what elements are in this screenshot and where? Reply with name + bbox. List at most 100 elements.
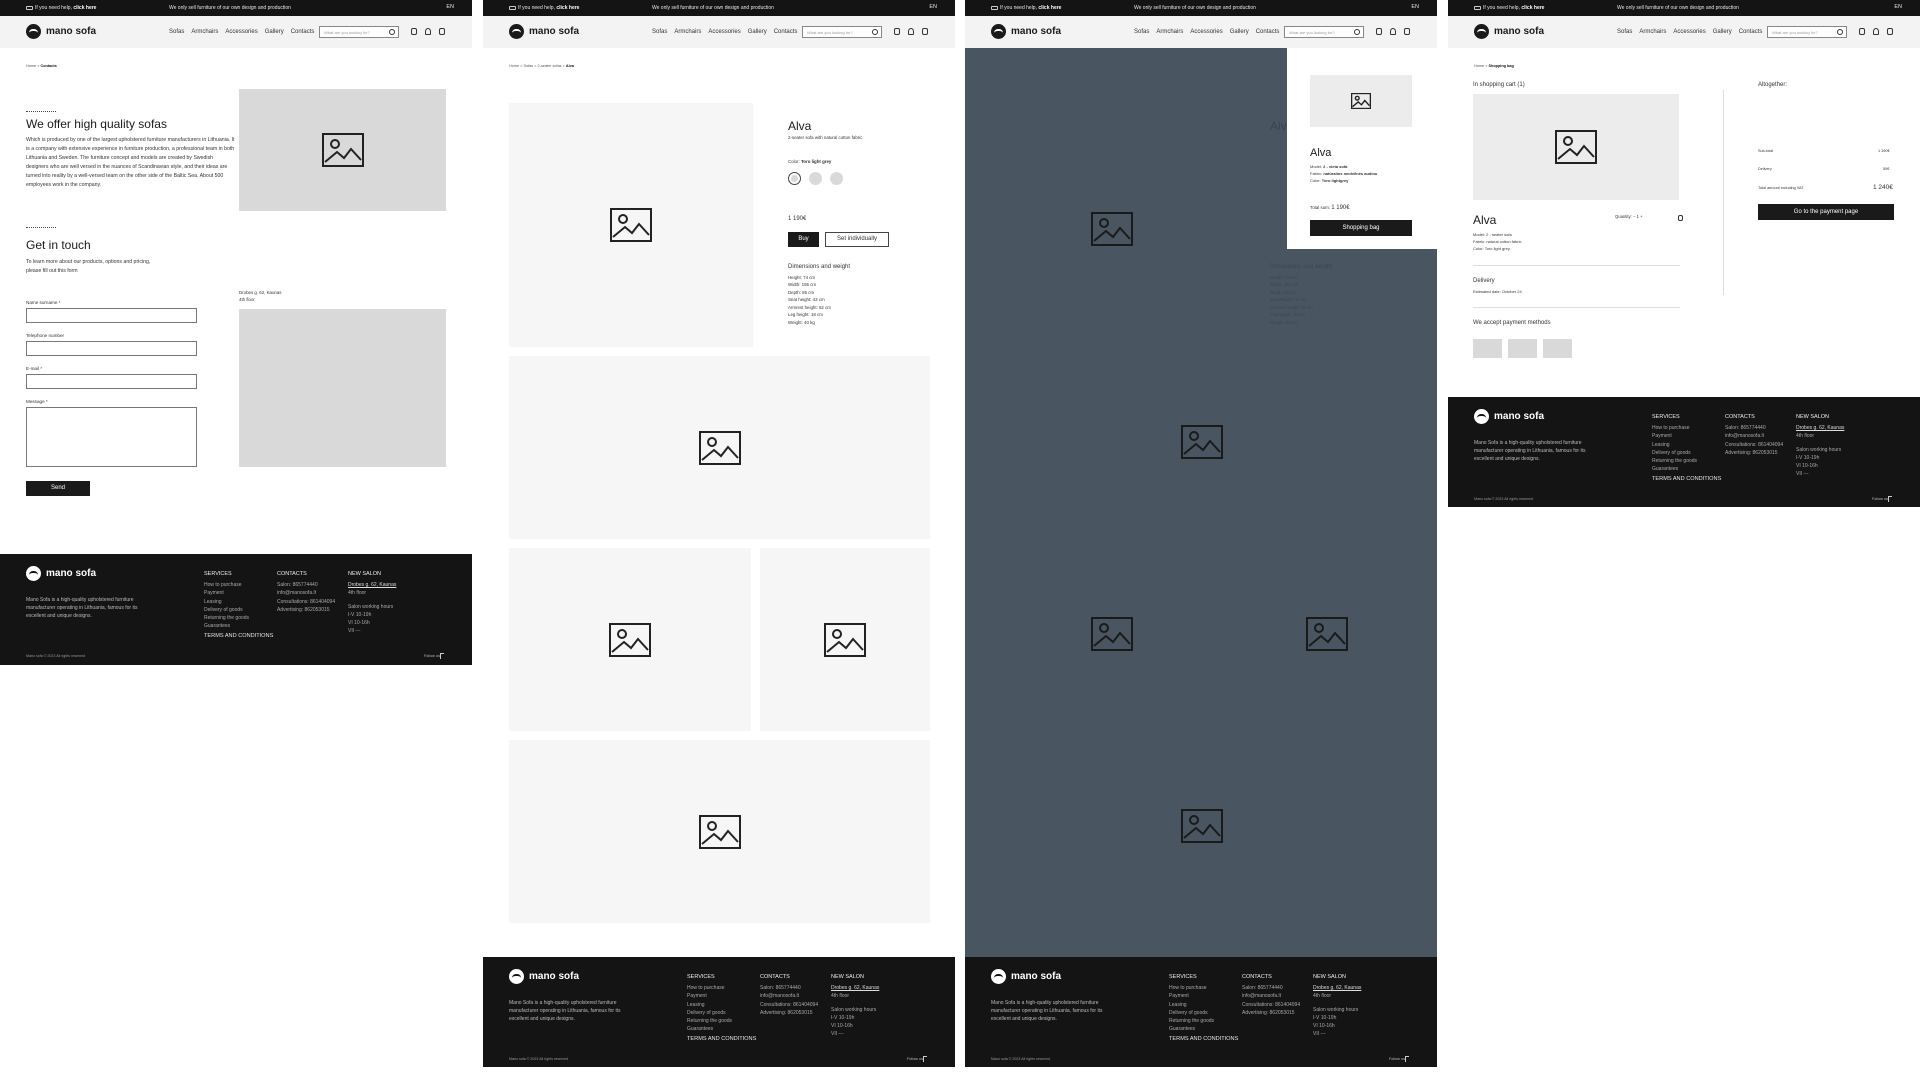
footer-link[interactable]: Returning the goods [687, 1017, 732, 1025]
search-input[interactable]: What are you looking for? [319, 26, 399, 38]
facebook-icon[interactable] [1888, 496, 1892, 502]
salon-address-link[interactable]: Drobes g. 62, Kaunas [348, 581, 396, 589]
search-icon[interactable] [1837, 29, 1843, 35]
breadcrumb-home[interactable]: Home [26, 64, 36, 68]
help-click-here[interactable]: click here [73, 5, 96, 11]
gallery-image-wide[interactable] [509, 740, 930, 923]
bag-icon[interactable] [439, 28, 445, 35]
bag-icon[interactable] [1887, 28, 1893, 35]
terms-link[interactable]: TERMS AND CONDITIONS [1652, 476, 1721, 482]
footer-link[interactable]: Payment [687, 992, 732, 1000]
nav-armchairs[interactable]: Armchairs [191, 29, 218, 35]
language-switch[interactable]: EN [1894, 4, 1902, 10]
user-icon[interactable] [425, 28, 431, 35]
footer-link[interactable]: How to purchase [1652, 424, 1697, 432]
footer-link[interactable]: How to purchase [204, 581, 249, 589]
help-click-here[interactable]: click here [556, 5, 579, 11]
nav-sofas[interactable]: Sofas [1134, 29, 1149, 35]
gallery-image-wide[interactable] [509, 356, 930, 539]
shopping-bag-button[interactable]: Shopping bag [1310, 220, 1412, 236]
contact-line[interactable]: info@manosofa.lt [1725, 432, 1783, 440]
heart-icon[interactable] [894, 28, 900, 35]
terms-link[interactable]: TERMS AND CONDITIONS [204, 633, 273, 639]
logo[interactable]: mano sofa [509, 24, 579, 39]
nav-gallery[interactable]: Gallery [1230, 29, 1249, 35]
set-individually-button[interactable]: Set individually [825, 232, 889, 247]
footer-link[interactable]: How to purchase [1169, 984, 1214, 992]
nav-sofas[interactable]: Sofas [652, 29, 667, 35]
breadcrumb-home[interactable]: Home [509, 64, 519, 68]
nav-sofas[interactable]: Sofas [169, 29, 184, 35]
color-swatch[interactable] [830, 172, 843, 185]
nav-contacts[interactable]: Contacts [1739, 29, 1763, 35]
map-placeholder[interactable] [239, 309, 446, 467]
footer-link[interactable]: Leasing [204, 598, 249, 606]
go-to-payment-button[interactable]: Go to the payment page [1758, 204, 1894, 220]
footer-link[interactable]: Leasing [1652, 441, 1697, 449]
logo[interactable]: mano sofa [991, 24, 1061, 39]
nav-contacts[interactable]: Contacts [774, 29, 798, 35]
plus-icon[interactable]: + [1640, 214, 1642, 219]
bag-icon[interactable] [1404, 28, 1410, 35]
footer-logo[interactable]: mano sofa [509, 969, 579, 984]
trash-icon[interactable] [1678, 215, 1683, 221]
minus-icon[interactable]: − [1633, 214, 1635, 219]
nav-gallery[interactable]: Gallery [1713, 29, 1732, 35]
color-swatch-selected[interactable] [788, 172, 801, 185]
footer-logo[interactable]: mano sofa [26, 566, 96, 581]
quantity-stepper[interactable]: Quantity: − 1 + [1615, 213, 1643, 220]
footer-link[interactable]: Delivery of goods [1652, 449, 1697, 457]
footer-link[interactable]: Delivery of goods [204, 606, 249, 614]
contact-line[interactable]: info@manosofa.lt [277, 589, 335, 597]
nav-accessories[interactable]: Accessories [1190, 29, 1222, 35]
salon-address-link[interactable]: Drobes g. 62, Kaunas [1796, 424, 1844, 432]
nav-sofas[interactable]: Sofas [1617, 29, 1632, 35]
footer-logo[interactable]: mano sofa [991, 969, 1061, 984]
footer-link[interactable]: Leasing [687, 1001, 732, 1009]
help-click-here[interactable]: click here [1521, 5, 1544, 11]
color-swatch[interactable] [809, 172, 822, 185]
message-field[interactable] [26, 407, 197, 467]
search-icon[interactable] [389, 29, 395, 35]
buy-button[interactable]: Buy [788, 232, 819, 247]
bag-icon[interactable] [922, 28, 928, 35]
heart-icon[interactable] [1859, 28, 1865, 35]
footer-link[interactable]: How to purchase [687, 984, 732, 992]
search-input[interactable]: What are you looking for? [1284, 26, 1364, 38]
breadcrumb-home[interactable]: Home [1474, 64, 1484, 68]
user-icon[interactable] [1873, 28, 1879, 35]
logo[interactable]: mano sofa [26, 24, 96, 39]
search-input[interactable]: What are you looking for? [1767, 26, 1847, 38]
help-link[interactable]: If you need help, click here [991, 5, 1061, 11]
salon-address-link[interactable]: Drobes g. 62, Kaunas [1313, 984, 1361, 992]
email-field[interactable] [26, 374, 197, 389]
user-icon[interactable] [1390, 28, 1396, 35]
language-switch[interactable]: EN [1411, 4, 1419, 10]
footer-link[interactable]: Returning the goods [1652, 457, 1697, 465]
cart-item-image[interactable] [1473, 94, 1679, 200]
salon-address-link[interactable]: Drobes g. 62, Kaunas [831, 984, 879, 992]
language-switch[interactable]: EN [446, 4, 454, 10]
footer-logo[interactable]: mano sofa [1474, 409, 1544, 424]
contact-line[interactable]: info@manosofa.lt [760, 992, 818, 1000]
nav-armchairs[interactable]: Armchairs [1639, 29, 1666, 35]
facebook-icon[interactable] [440, 653, 444, 659]
terms-link[interactable]: TERMS AND CONDITIONS [1169, 1036, 1238, 1042]
footer-link[interactable]: Guarantees [1652, 465, 1697, 473]
footer-link[interactable]: Delivery of goods [687, 1009, 732, 1017]
facebook-icon[interactable] [1405, 1056, 1409, 1062]
gallery-image[interactable] [509, 548, 751, 731]
logo[interactable]: mano sofa [1474, 24, 1544, 39]
footer-link[interactable]: Delivery of goods [1169, 1009, 1214, 1017]
terms-link[interactable]: TERMS AND CONDITIONS [687, 1036, 756, 1042]
send-button[interactable]: Send [26, 481, 90, 496]
nav-gallery[interactable]: Gallery [748, 29, 767, 35]
help-link[interactable]: If you need help, click here [26, 5, 96, 11]
gallery-image[interactable] [760, 548, 930, 731]
footer-link[interactable]: Payment [204, 589, 249, 597]
breadcrumb-sofas[interactable]: Sofas [523, 64, 533, 68]
product-main-image[interactable] [509, 103, 753, 347]
contact-line[interactable]: info@manosofa.lt [1242, 992, 1300, 1000]
footer-link[interactable]: Returning the goods [1169, 1017, 1214, 1025]
user-icon[interactable] [908, 28, 914, 35]
